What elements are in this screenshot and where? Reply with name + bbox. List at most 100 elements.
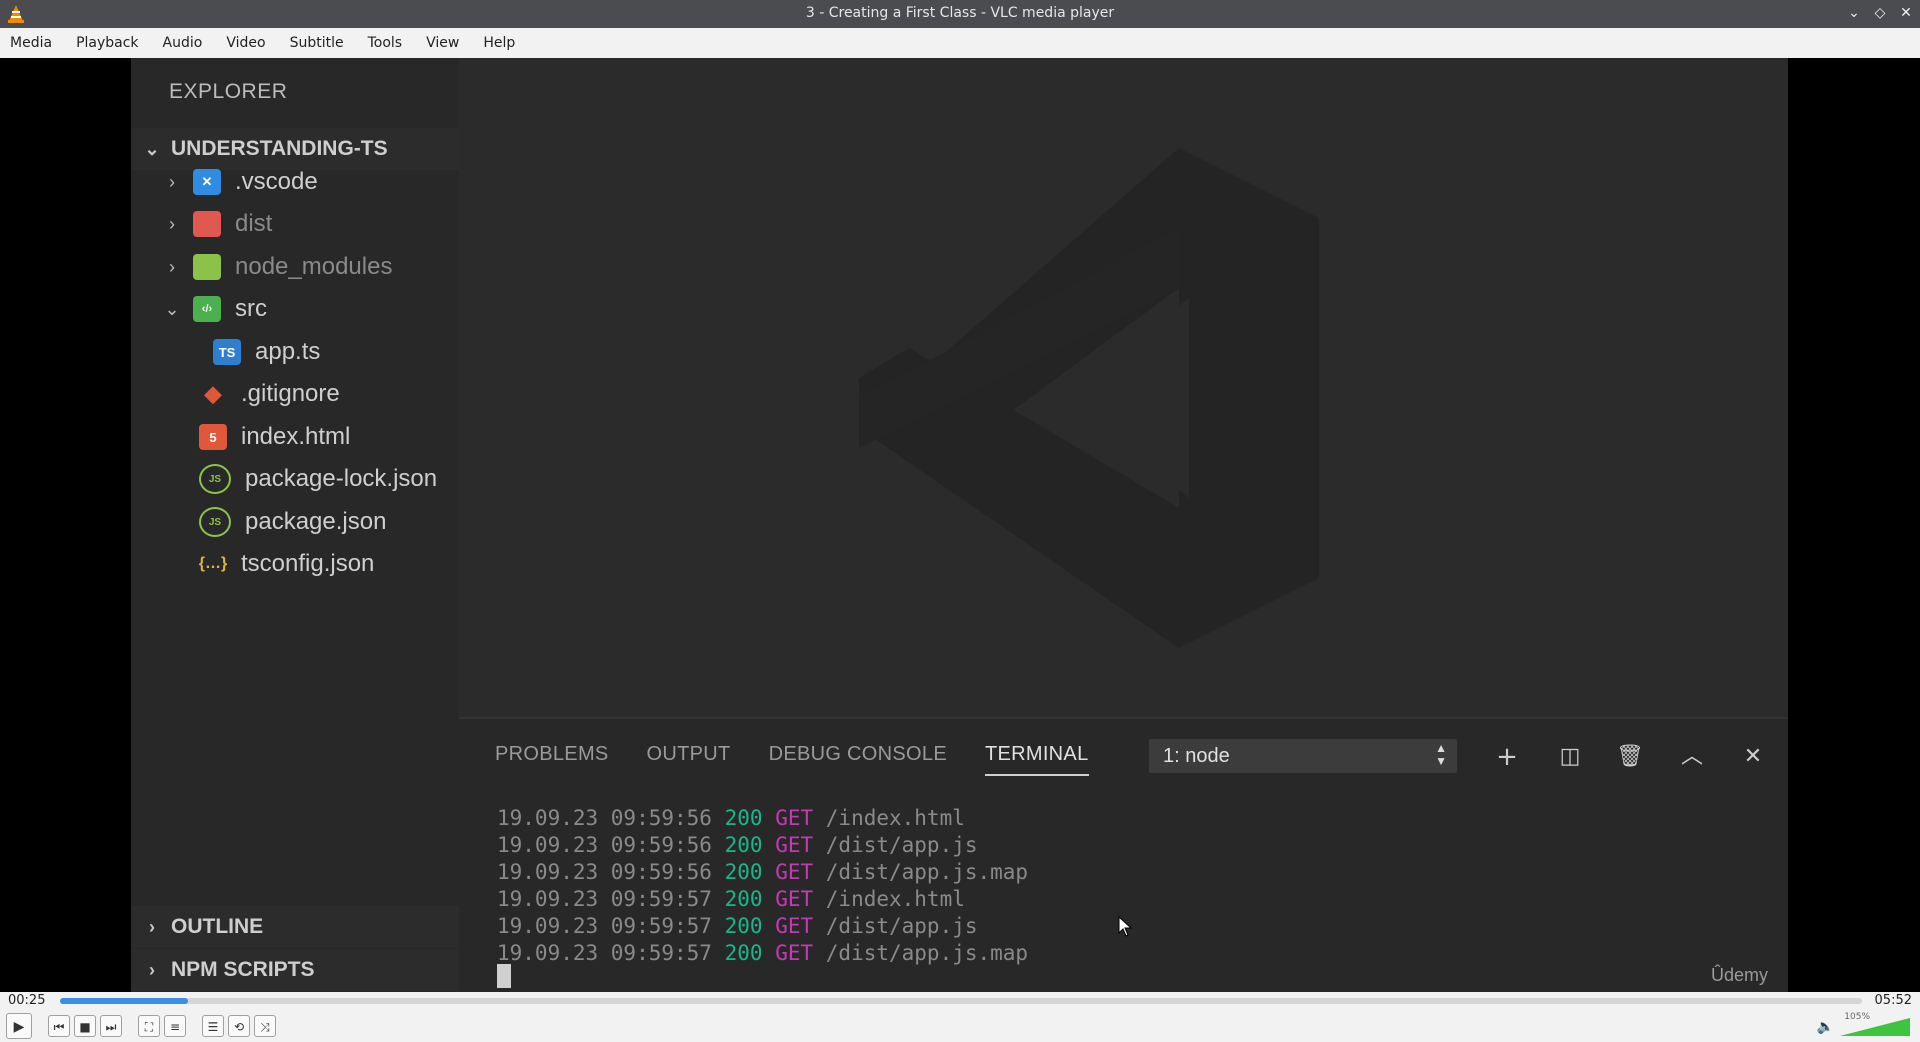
git-file-icon: ◆ (204, 381, 222, 406)
play-button[interactable]: ▶ (6, 1013, 32, 1039)
explorer-header: EXPLORER (169, 80, 288, 103)
menu-subtitle[interactable]: Subtitle (280, 28, 354, 58)
close-panel-icon: ✕ (1743, 744, 1763, 769)
tree-item-src: ⌄ ‹/› src (161, 289, 267, 329)
plus-icon: + (1496, 742, 1518, 772)
udemy-watermark: Ûdemy (1710, 965, 1768, 985)
tree-item-node-modules: › node_modules (161, 247, 392, 287)
log-line: 19.09.23 09:59:56 200 GET /dist/app.js (497, 833, 978, 857)
tree-item-dist: › dist (161, 204, 272, 244)
tree-item-label: src (235, 295, 267, 322)
log-line: 19.09.23 09:59:56 200 GET /dist/app.js.m… (497, 860, 1029, 884)
menu-help[interactable]: Help (473, 28, 525, 58)
vscode-logo-icon (859, 148, 1319, 648)
chevron-right-icon: › (149, 959, 155, 980)
terminal-select-value: 1: node (1163, 744, 1230, 767)
tree-item-label: package-lock.json (245, 465, 438, 492)
tab-output: OUTPUT (646, 743, 731, 765)
close-icon[interactable]: ✕ (1898, 3, 1914, 23)
tree-item-vscode: › ✕ .vscode (161, 162, 318, 202)
chevron-down-icon: ⌄ (144, 138, 160, 159)
tree-item-label: index.html (241, 423, 351, 450)
speaker-icon[interactable]: 🔈 (1817, 1019, 1834, 1035)
tree-item-label: dist (235, 210, 273, 237)
elapsed-time: 00:25 (8, 993, 46, 1008)
terminal-panel: PROBLEMS OUTPUT DEBUG CONSOLE TERMINAL 1… (459, 717, 1788, 992)
editor-area (459, 58, 1788, 717)
node-folder-icon (193, 254, 221, 280)
menu-view[interactable]: View (416, 28, 469, 58)
terminal-cursor (497, 964, 511, 988)
seek-slider[interactable] (60, 998, 1862, 1004)
nodejs-file-icon: JS (199, 464, 231, 494)
npm-scripts-section-header: › NPM SCRIPTS (131, 949, 459, 991)
typescript-file-icon: TS (213, 339, 241, 365)
loop-button[interactable]: ⟲ (228, 1015, 250, 1037)
outline-section-header: › OUTLINE (131, 906, 459, 948)
terminal-select: 1: node ▲ ▼ (1149, 739, 1457, 773)
tree-item-package-lock: JS package-lock.json (199, 459, 437, 499)
window-title: 3 - Creating a First Class - VLC media p… (805, 5, 1115, 21)
menu-video[interactable]: Video (216, 28, 275, 58)
total-time: 05:52 (1874, 993, 1912, 1008)
project-name: UNDERSTANDING-TS (171, 137, 388, 160)
tree-item-index-html: 5 index.html (199, 417, 350, 457)
src-folder-icon: ‹/› (193, 296, 221, 322)
tab-problems: PROBLEMS (495, 743, 609, 765)
log-line: 19.09.23 09:59:56 200 GET /index.html (497, 806, 965, 830)
menu-bar: Media Playback Audio Video Subtitle Tool… (0, 28, 1920, 58)
tree-item-label: .vscode (235, 168, 318, 195)
previous-button[interactable]: ⏮ (48, 1015, 70, 1037)
stop-button[interactable]: ■ (74, 1015, 96, 1037)
tree-item-label: tsconfig.json (241, 550, 375, 577)
tab-terminal: TERMINAL (984, 743, 1089, 776)
outline-label: OUTLINE (171, 915, 264, 938)
log-line: 19.09.23 09:59:57 200 GET /dist/app.js (497, 914, 978, 938)
title-bar: 3 - Creating a First Class - VLC media p… (0, 0, 1920, 28)
minimize-icon[interactable]: ⌄ (1846, 3, 1862, 23)
split-icon: ◫ (1559, 744, 1581, 769)
tree-item-label: node_modules (235, 253, 393, 280)
video-area[interactable]: EXPLORER ⌄ UNDERSTANDING-TS › ✕ .vscode … (0, 58, 1920, 992)
tab-debug-console: DEBUG CONSOLE (768, 743, 947, 765)
vscode-folder-icon: ✕ (193, 169, 221, 195)
nodejs-file-icon: JS (199, 507, 231, 537)
shuffle-button[interactable]: ⤨ (254, 1015, 276, 1037)
tree-item-tsconfig: {…} tsconfig.json (198, 544, 375, 584)
chevron-right-icon: › (169, 256, 175, 277)
menu-playback[interactable]: Playback (66, 28, 148, 58)
menu-tools[interactable]: Tools (358, 28, 413, 58)
chevron-right-icon: › (169, 171, 175, 192)
volume-slider[interactable] (1840, 1014, 1912, 1038)
chevron-right-icon: › (149, 916, 155, 937)
playback-controls: ▶ ⏮ ■ ⏭ ⛶ ≡ ☰ ⟲ ⤨ 🔈 105% (0, 1010, 1920, 1042)
log-line: 19.09.23 09:59:57 200 GET /dist/app.js.m… (497, 941, 1029, 965)
menu-media[interactable]: Media (0, 28, 62, 58)
seek-progress (60, 998, 188, 1004)
npm-scripts-label: NPM SCRIPTS (171, 958, 315, 981)
fullscreen-button[interactable]: ⛶ (138, 1015, 160, 1037)
tree-item-label: app.ts (255, 338, 321, 365)
dist-folder-icon (193, 211, 221, 237)
json-file-icon: {…} (198, 555, 228, 572)
terminal-output: 19.09.23 09:59:56 200 GET /index.html 19… (497, 805, 1028, 967)
tree-item-app-ts: TS app.ts (213, 332, 320, 372)
updown-arrows-icon: ▲ ▼ (1435, 741, 1447, 768)
video-frame-vscode: EXPLORER ⌄ UNDERSTANDING-TS › ✕ .vscode … (131, 58, 1788, 992)
maximize-icon[interactable]: ◇ (1872, 3, 1888, 23)
html-file-icon: 5 (199, 424, 227, 450)
explorer-sidebar: EXPLORER ⌄ UNDERSTANDING-TS › ✕ .vscode … (131, 58, 459, 992)
next-button[interactable]: ⏭ (100, 1015, 122, 1037)
playlist-button[interactable]: ☰ (202, 1015, 224, 1037)
chevron-right-icon: › (169, 213, 175, 234)
tree-item-label: package.json (245, 508, 387, 535)
menu-audio[interactable]: Audio (153, 28, 213, 58)
chevron-up-icon: ︿ (1680, 744, 1703, 769)
mouse-pointer-icon (1118, 916, 1133, 937)
trash-icon: 🗑 (1616, 744, 1644, 769)
tree-item-package-json: JS package.json (199, 502, 386, 542)
chevron-down-icon: ⌄ (164, 298, 180, 319)
tree-item-label: .gitignore (241, 380, 340, 407)
log-line: 19.09.23 09:59:57 200 GET /index.html (497, 887, 965, 911)
extended-settings-button[interactable]: ≡ (164, 1015, 186, 1037)
